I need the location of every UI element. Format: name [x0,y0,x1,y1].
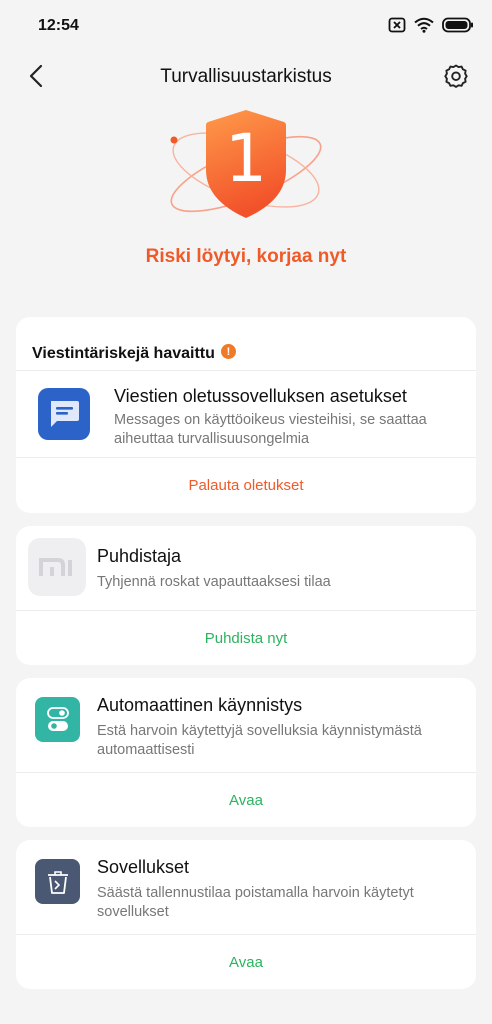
risk-summary: 1 Riski löytyi, korjaa nyt [0,104,492,284]
item-title: Puhdistaja [97,546,182,566]
list-item[interactable]: Automaattinen käynnistys Estä harvoin kä… [16,678,476,772]
description-line: aiheuttaa turvallisuusongelmia [114,431,310,447]
item-title: Automaattinen käynnistys [97,695,303,715]
item-title: Viestien oletussovelluksen asetukset [114,386,407,406]
clean-now-button[interactable]: Puhdista nyt [16,611,476,665]
description-line: automaattisesti [97,742,195,758]
risk-shield: 1 [160,104,332,244]
messaging-risk-heading: Viestintäriskejä havaittu [32,344,215,362]
item-description: Estä harvoin käytettyjä sovelluksia käyn… [97,722,467,760]
list-item[interactable]: Viestien oletussovelluksen asetukset Mes… [16,371,476,457]
item-title: Sovellukset [97,857,190,877]
mi-logo-icon [28,538,86,596]
description-line: Säästä tallennustilaa poistamalla harvoi… [97,885,414,901]
open-autostart-button[interactable]: Avaa [16,773,476,827]
description-line: Estä harvoin käytettyjä sovelluksia käyn… [97,723,422,739]
messages-app-icon [38,388,90,440]
status-time: 12:54 [38,17,79,34]
item-description: Messages on käyttöoikeus viesteihisi, se… [114,411,464,449]
page-title: Turvallisuustarkistus [160,66,332,87]
apps-card: Sovellukset Säästä tallennustilaa poista… [16,840,476,989]
settings-button[interactable] [442,64,470,92]
item-description: Tyhjennä roskat vapauttaaksesi tilaa [97,574,331,590]
autostart-card: Automaattinen käynnistys Estä harvoin kä… [16,678,476,827]
item-description: Säästä tallennustilaa poistamalla harvoi… [97,884,467,922]
autostart-toggle-icon [35,697,80,742]
list-item[interactable]: Sovellukset Säästä tallennustilaa poista… [16,840,476,934]
uninstall-apps-icon [35,859,80,904]
description-line: sovellukset [97,904,169,920]
risk-count: 1 [225,120,267,197]
messaging-risk-card: Viestintäriskejä havaittu ! Viestien ole… [16,317,476,513]
gear-icon [443,63,469,94]
battery-icon [442,17,474,38]
status-icons [388,16,474,38]
card-header: Viestintäriskejä havaittu ! [16,317,476,371]
app-header: Turvallisuustarkistus [0,54,492,102]
wifi-icon [414,17,434,38]
list-item[interactable]: Puhdistaja Tyhjennä roskat vapauttaakses… [16,526,476,610]
description-line: Messages on käyttöoikeus viesteihisi, se… [114,412,427,428]
cleaner-card: Puhdistaja Tyhjennä roskat vapauttaakses… [16,526,476,665]
sim-off-icon [388,17,406,38]
restore-defaults-button[interactable]: Palauta oletukset [16,458,476,512]
open-apps-button[interactable]: Avaa [16,935,476,989]
warning-icon: ! [220,344,236,359]
status-bar: 12:54 [0,0,492,54]
risk-message: Riski löytyi, korjaa nyt [145,246,347,267]
